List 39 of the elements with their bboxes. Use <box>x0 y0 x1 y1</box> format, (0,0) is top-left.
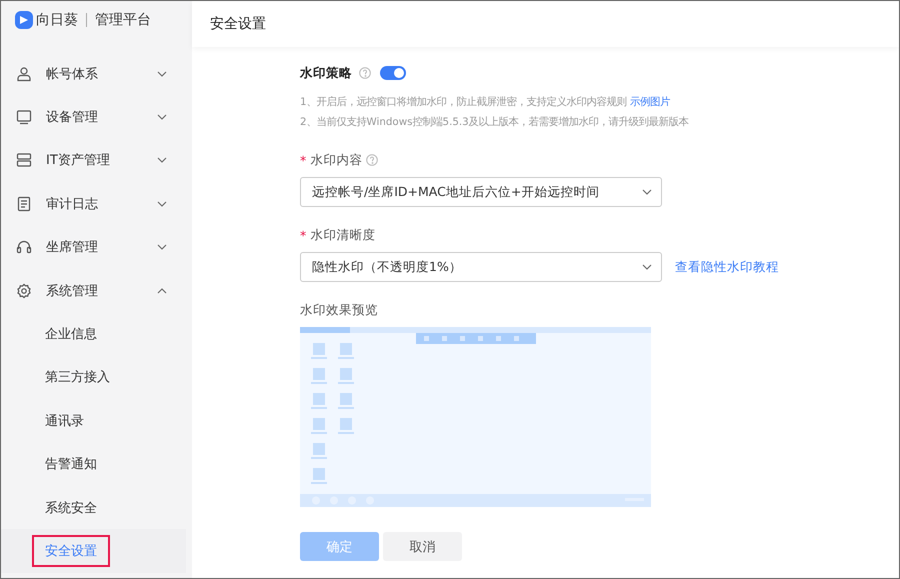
required-mark: * <box>300 152 306 168</box>
sidebar-subitem[interactable]: 通讯录 <box>32 404 97 437</box>
sidebar-subitem[interactable]: 告警通知 <box>32 448 110 480</box>
sidebar-subitem[interactable]: 第三方接入 <box>32 361 123 394</box>
product-name: 管理平台 <box>95 10 151 28</box>
monitor-icon <box>16 109 32 126</box>
sidebar-item[interactable]: 帐号体系 <box>1 52 192 96</box>
server-icon <box>16 152 32 168</box>
sidebar-item[interactable]: IT资产管理 <box>1 138 192 182</box>
page-title: 安全设置 <box>210 15 266 33</box>
sidebar-item[interactable]: 审计日志 <box>1 182 192 226</box>
field-label: 水印效果预览 <box>300 302 378 318</box>
caret-down-icon <box>642 189 652 195</box>
headset-icon <box>16 239 32 256</box>
help-icon <box>359 67 371 79</box>
doc-icon <box>16 196 32 212</box>
sidebar-item[interactable]: 坐席管理 <box>1 226 192 269</box>
caret-down-icon <box>642 264 652 270</box>
cancel-button[interactable]: 取消 <box>383 532 462 561</box>
tutorial-link[interactable]: 查看隐性水印教程 <box>675 258 779 276</box>
gear-icon <box>16 282 32 299</box>
toggle-switch[interactable] <box>380 66 406 80</box>
note-text: 2、当前仅支持Windows控制端5.5.3及以上版本，若需要增加水印，请升级到最新版本 <box>300 116 689 128</box>
sidebar-item[interactable]: 系统管理 <box>1 268 192 312</box>
example-link[interactable]: 示例图片 <box>630 96 670 108</box>
help-icon <box>366 154 378 166</box>
sidebar-subitem[interactable]: 系统安全 <box>32 492 110 524</box>
watermark-label: 水印策略 <box>300 64 352 82</box>
logo-icon <box>15 10 33 28</box>
sidebar-item[interactable]: 设备管理 <box>1 95 192 139</box>
field-label: 水印清晰度 <box>310 226 376 244</box>
select-field[interactable]: 远控帐号/坐席ID+MAC地址后六位+开始远控时间 <box>300 177 662 207</box>
user-icon <box>16 66 32 82</box>
note-text: 1、开启后，远控窗口将增加水印，防止截屏泄密，支持定义水印内容规则 <box>300 96 627 108</box>
required-mark: * <box>300 228 306 242</box>
sidebar-subitem[interactable]: 企业信息 <box>32 318 110 350</box>
brand-name: 向日葵 <box>36 10 78 28</box>
select-field[interactable]: 隐性水印（不透明度1%） <box>300 252 662 282</box>
field-label: 水印内容 <box>310 152 362 168</box>
